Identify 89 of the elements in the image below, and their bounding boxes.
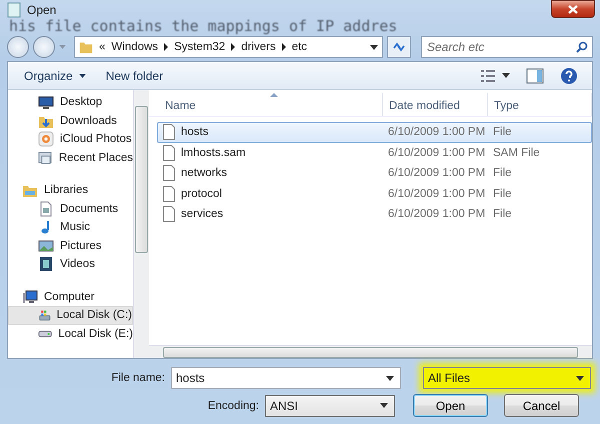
file-name: hosts [181,126,208,138]
computer-icon [22,288,38,305]
separator-icon[interactable] [164,43,168,51]
file-date: 6/10/2009 1:00 PM [388,188,486,200]
list-view-icon [480,70,496,82]
column-header[interactable]: Date modified [383,93,488,116]
back-button[interactable] [7,36,29,58]
caret-icon [502,73,510,78]
breadcrumb[interactable]: System32 [174,41,226,53]
refresh-icon [392,41,406,53]
picture-icon [38,238,54,254]
search-icon [576,41,588,53]
file-date: 6/10/2009 1:00 PM [388,126,486,138]
close-icon [568,4,578,14]
nav-item[interactable]: Videos [8,255,133,274]
file-row[interactable]: protocol 6/10/2009 1:00 PM File [157,184,592,204]
file-date: 6/10/2009 1:00 PM [388,167,486,180]
column-header[interactable]: Type [488,93,592,116]
separator-icon[interactable] [282,43,286,51]
toolbar-button[interactable]: Organize [16,66,94,86]
scrollbar[interactable] [133,90,149,358]
nav-item[interactable]: Desktop [8,93,133,112]
breadcrumb[interactable]: etc [292,41,308,53]
column-header[interactable]: Name [159,93,383,116]
separator-icon[interactable] [231,43,236,51]
photos-icon [38,131,54,148]
notepad-icon [7,2,21,18]
caret-icon [78,74,86,78]
file-icon [162,124,176,140]
file-row[interactable]: hosts 6/10/2009 1:00 PM File [157,122,592,142]
dropdown-caret-icon [370,44,378,50]
forward-button[interactable] [33,36,55,58]
window-title: Open [27,3,56,17]
caret-icon [576,376,584,380]
nav-item[interactable]: Recent Places [8,148,133,167]
file-name: networks [181,167,228,180]
recent-icon [38,150,53,166]
nav-item[interactable]: Documents [8,200,133,218]
file-type: File [493,208,512,220]
file-row[interactable]: networks 6/10/2009 1:00 PM File [157,163,592,184]
nav-item[interactable]: Pictures [8,236,133,255]
desktop-icon [38,94,54,110]
sort-arrow-icon [270,93,278,97]
file-name-field[interactable]: hosts [171,367,401,389]
document-icon [38,200,54,217]
nav-item[interactable]: Libraries [8,181,133,200]
file-icon [162,186,176,202]
background-text: his file contains the mappings of IP addres [9,20,398,33]
breadcrumb[interactable]: drivers [241,41,276,53]
help-icon [560,66,578,84]
file-name: lmhosts.sam [181,146,246,159]
dialog-button[interactable]: Cancel [504,394,579,417]
nav-item[interactable]: Local Disk (C:) [8,306,133,324]
file-icon [162,165,176,182]
nav-item[interactable]: Downloads [8,112,133,130]
refresh-button[interactable] [387,36,411,58]
pane-icon [526,68,544,84]
file-type: File [493,126,512,138]
file-icon [162,144,176,161]
search-field[interactable]: Search etc [421,36,593,58]
file-type: SAM File [493,146,540,159]
file-type-dropdown[interactable]: All Files [423,367,591,389]
nav-item[interactable]: Local Disk (E:) [8,324,133,343]
nav-item[interactable]: iCloud Photos [8,130,133,148]
video-icon [38,256,54,272]
scrollbar[interactable] [149,345,592,358]
close-button[interactable] [551,0,595,18]
file-row[interactable]: lmhosts.sam 6/10/2009 1:00 PM SAM File [157,142,592,163]
nav-item[interactable]: Computer [8,288,133,306]
nav-item[interactable]: Music [8,218,133,236]
file-row[interactable]: services 6/10/2009 1:00 PM File [157,204,592,224]
field-label: File name: [110,372,165,384]
file-icon [162,206,176,222]
caret-icon [380,403,388,408]
caret-icon [386,376,394,380]
toolbar-button[interactable]: New folder [98,66,172,86]
file-name: services [181,208,224,220]
field-label: Encoding: [206,400,259,412]
folder-icon [79,40,93,54]
breadcrumb[interactable]: Windows [111,41,158,53]
file-name: protocol [181,188,222,200]
dialog-button[interactable]: Open [413,394,488,417]
file-type: File [493,188,512,200]
file-date: 6/10/2009 1:00 PM [388,146,486,159]
address-bar[interactable]: « Windows System32 drivers etc [74,36,383,58]
file-date: 6/10/2009 1:00 PM [388,208,486,220]
file-type: File [493,167,512,180]
encoding-dropdown[interactable]: ANSI [265,394,395,416]
breadcrumb-overflow[interactable]: « [99,41,106,53]
